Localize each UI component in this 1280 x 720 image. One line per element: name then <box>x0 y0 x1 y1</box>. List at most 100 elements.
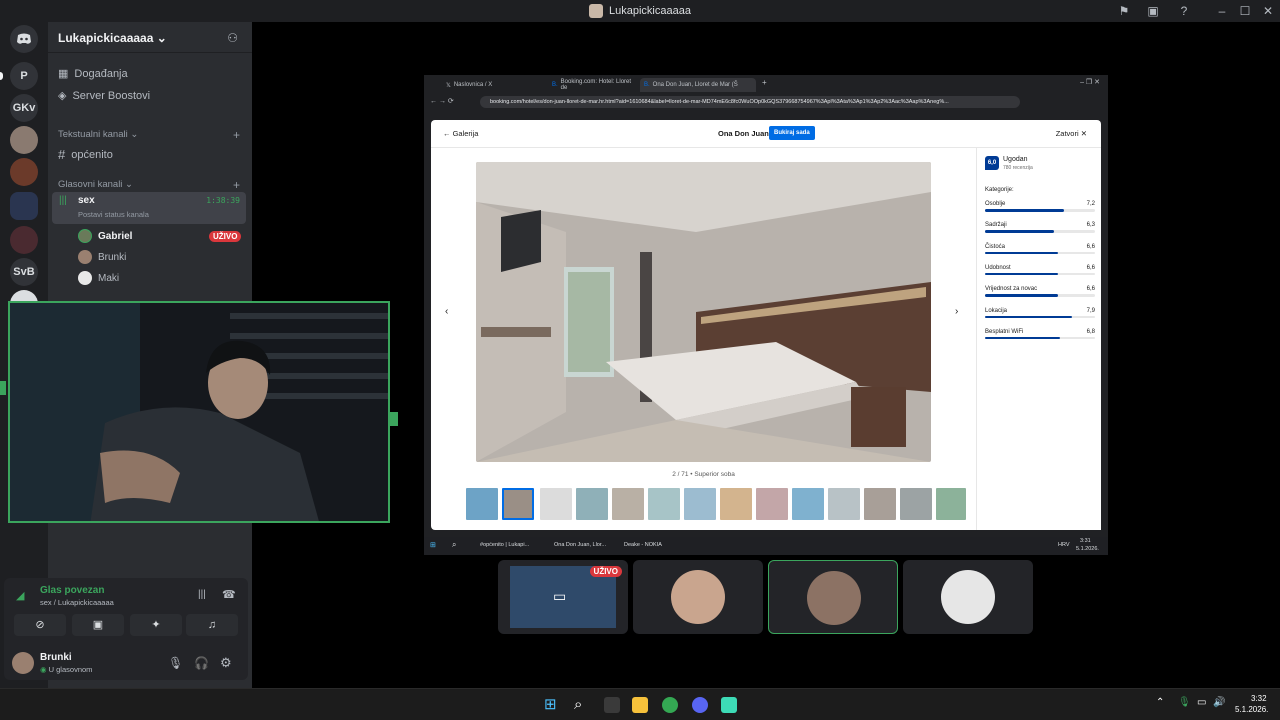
app-icon[interactable] <box>721 697 737 713</box>
help-icon[interactable]: ? <box>1176 3 1192 19</box>
screen-share-icon: ▣ <box>92 619 104 631</box>
invite-icon[interactable]: ⚇ <box>227 31 238 45</box>
thumbnail[interactable] <box>576 488 608 520</box>
guild-name[interactable]: Lukapickicaaaaa ⌄ <box>58 31 167 45</box>
server-avatar-2[interactable] <box>10 158 38 186</box>
file-explorer-icon[interactable] <box>632 697 648 713</box>
tile-screen-share[interactable]: ▭ UŽIVO <box>498 560 628 634</box>
server-folder[interactable] <box>10 192 38 220</box>
channel-general[interactable]: # općenito <box>58 147 113 162</box>
server-p[interactable]: P <box>10 62 38 90</box>
server-avatar-3[interactable] <box>10 226 38 254</box>
avatar <box>78 271 92 285</box>
thumbnail[interactable] <box>466 488 498 520</box>
tray-mic-icon[interactable]: 🎙 <box>1178 697 1191 708</box>
thumbnail[interactable] <box>612 488 644 520</box>
tray-volume-icon[interactable]: 🔊 <box>1213 697 1225 708</box>
maximize-icon[interactable]: ☐ <box>1237 3 1253 19</box>
close-gallery-button[interactable]: Zatvori ✕ <box>1056 129 1087 138</box>
title-bar: Lukapickicaaaaa ⚑ ▣ ? – ☐ ✕ <box>0 0 1280 22</box>
tile-participant-speaking[interactable] <box>768 560 898 634</box>
webcam-video[interactable] <box>8 301 390 523</box>
score-value: 7,2 <box>1086 201 1095 207</box>
tile-participant[interactable] <box>633 560 763 634</box>
user-name[interactable]: Brunki <box>40 652 72 663</box>
screen-share-icon[interactable]: ▣ <box>1145 3 1161 19</box>
voice-category[interactable]: Glasovni kanali ⌄ <box>58 179 133 190</box>
task-view-icon[interactable] <box>604 697 620 713</box>
book-now-button[interactable]: Bukiraj sada <box>769 126 815 140</box>
noise-suppression-icon[interactable]: ||| <box>198 589 206 600</box>
user-avatar[interactable] <box>12 652 34 674</box>
inbox-flag-icon[interactable]: ⚑ <box>1116 3 1132 19</box>
add-voice-channel-icon[interactable]: + <box>233 178 240 192</box>
thumbnail[interactable] <box>648 488 680 520</box>
events-item[interactable]: ▦ Događanja <box>58 67 128 81</box>
microphone-icon[interactable]: 🎙 <box>168 656 183 670</box>
clock-date[interactable]: 5.1.2026. <box>1235 705 1268 714</box>
prev-photo-icon[interactable]: ‹ <box>445 306 448 317</box>
close-icon[interactable]: ✕ <box>1260 3 1276 19</box>
tray-display-icon[interactable]: ▭ <box>1197 697 1206 708</box>
thumbnail[interactable] <box>720 488 752 520</box>
headphones-icon[interactable]: 🎧 <box>194 656 209 670</box>
resize-handle-right[interactable] <box>390 412 398 426</box>
member-maki[interactable]: Maki <box>78 271 119 285</box>
tray-chevron-icon[interactable]: ⌃ <box>1156 697 1164 708</box>
thumbnail[interactable] <box>540 488 572 520</box>
discord-home-icon[interactable] <box>10 25 38 53</box>
thumbnail[interactable] <box>864 488 896 520</box>
boosts-item[interactable]: ◈ Server Boostovi <box>58 89 150 103</box>
disconnect-icon[interactable]: ☎ <box>222 588 236 601</box>
tile-participant[interactable] <box>903 560 1033 634</box>
screen-icon: ▭ <box>553 588 567 604</box>
search-icon[interactable]: ⌕ <box>574 697 590 713</box>
gallery-back-button[interactable]: ← Galerija <box>443 129 478 138</box>
divider <box>48 52 252 53</box>
voice-channel-sex[interactable]: ||| sex 1:38:39 Postavi status kanala <box>52 192 246 224</box>
set-status-link[interactable]: Postavi status kanala <box>78 210 149 219</box>
screen-share-button[interactable]: ▣ <box>72 614 124 636</box>
nav-buttons[interactable]: ← → ⟳ <box>430 97 454 105</box>
hotel-room-photo[interactable] <box>476 162 931 462</box>
activities-button[interactable]: ✦ <box>130 614 182 636</box>
server-svb[interactable]: SvB <box>10 258 38 286</box>
member-gabriel[interactable]: Gabriel <box>78 229 132 243</box>
new-tab-icon[interactable]: + <box>762 78 767 87</box>
server-avatar-1[interactable] <box>10 126 38 154</box>
tab-booking-active[interactable]: B. Ona Don Juan, Lloret de Mar (Š <box>640 78 756 92</box>
score-value: 6,6 <box>1086 264 1095 271</box>
thumbnail[interactable] <box>684 488 716 520</box>
camera-toggle-button[interactable]: ⊘ <box>14 614 66 636</box>
participant-avatar <box>941 570 995 624</box>
thumbnail-selected[interactable] <box>502 488 534 520</box>
thumbnail[interactable] <box>936 488 966 520</box>
resize-handle-left[interactable] <box>0 381 6 395</box>
next-photo-icon[interactable]: › <box>955 306 958 317</box>
member-brunki[interactable]: Brunki <box>78 250 126 264</box>
tab-x[interactable]: 𝕏 Naslovnica / X <box>442 78 546 92</box>
score-bar-fill <box>985 251 1058 255</box>
address-bar[interactable]: booking.com/hotel/es/don-juan-lloret-de-… <box>480 96 1020 108</box>
browser-window-controls[interactable]: – ❐ ✕ <box>1080 78 1100 86</box>
review-count[interactable]: 780 recenzija <box>1003 165 1033 171</box>
voice-status[interactable]: Glas povezan <box>40 585 104 596</box>
chrome-icon[interactable] <box>662 697 678 713</box>
server-gkv[interactable]: GKv <box>10 94 38 122</box>
thumbnail[interactable] <box>828 488 860 520</box>
settings-gear-icon[interactable]: ⚙ <box>220 655 232 671</box>
thumbnail[interactable] <box>756 488 788 520</box>
thumbnail[interactable] <box>900 488 932 520</box>
add-text-channel-icon[interactable]: + <box>233 128 240 142</box>
score-value: 7,9 <box>1086 307 1095 314</box>
text-category[interactable]: Tekstualni kanali ⌄ <box>58 129 138 140</box>
tab-booking-1[interactable]: B. Booking.com: Hotel: Lloret de <box>548 78 638 92</box>
discord-icon[interactable] <box>692 697 708 713</box>
windows-start-icon[interactable]: ⊞ <box>544 697 560 713</box>
soundboard-icon: ♫ <box>207 619 217 631</box>
soundboard-button[interactable]: ♫ <box>186 614 238 636</box>
thumbnail[interactable] <box>792 488 824 520</box>
minimize-icon[interactable]: – <box>1214 3 1230 19</box>
clock-time[interactable]: 3:32 <box>1251 694 1267 703</box>
voice-location[interactable]: sex / Lukapickicaaaaa <box>40 598 114 607</box>
